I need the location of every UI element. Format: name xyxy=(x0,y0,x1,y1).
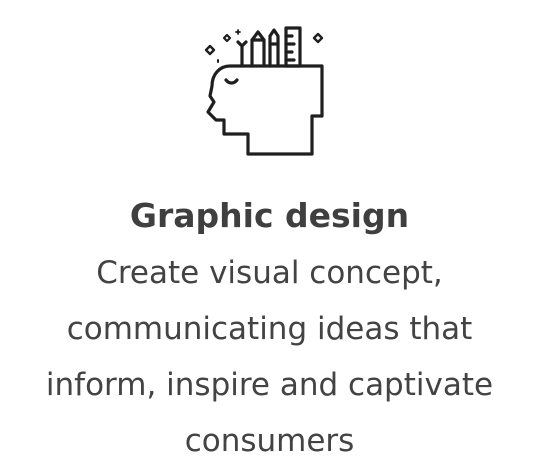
description-line: consumers xyxy=(184,423,355,459)
description-line: Create visual concept, xyxy=(96,255,443,291)
description-line: inform, inspire and captivate xyxy=(45,367,494,403)
head-with-pencils-icon xyxy=(190,20,340,170)
description-line: communicating ideas that xyxy=(66,311,473,347)
service-card: Graphic design Create visual concept, co… xyxy=(0,0,539,471)
card-description: Create visual concept, communicating ide… xyxy=(0,245,539,469)
card-title: Graphic design xyxy=(129,196,410,235)
